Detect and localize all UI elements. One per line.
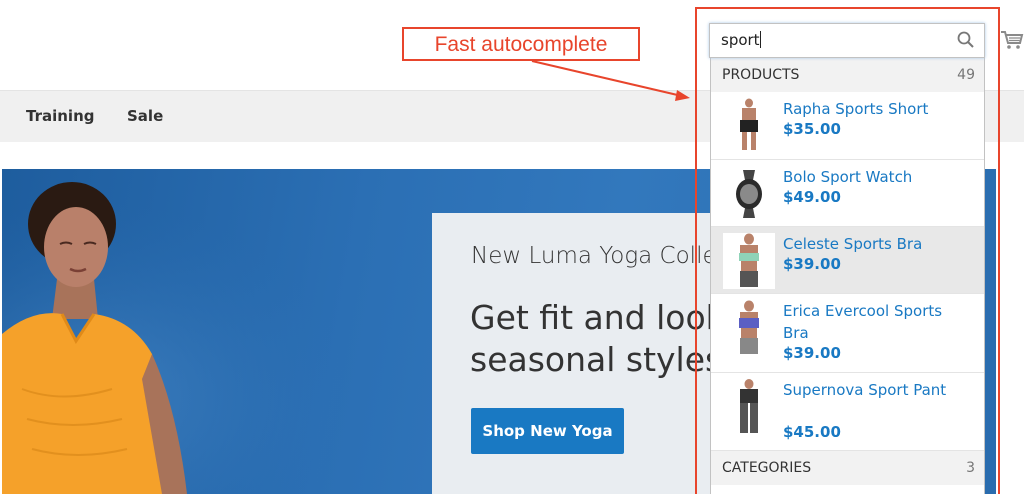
nav-item-sale[interactable]: Sale xyxy=(127,107,163,125)
annotation-callout: Fast autocomplete xyxy=(402,27,640,61)
promo-title-line-2: seasonal styles xyxy=(470,340,723,379)
promo-title: Get fit and look fab in new seasonal sty… xyxy=(470,297,732,381)
promo-subtitle: New Luma Yoga Collection xyxy=(471,243,732,269)
promo-panel: New Luma Yoga Collection Get fit and loo… xyxy=(432,213,732,494)
nav-item-training[interactable]: Training xyxy=(26,107,94,125)
annotation-highlight-frame xyxy=(695,7,1000,494)
annotation-label: Fast autocomplete xyxy=(434,33,608,56)
page: Training Sale New Luma Yoga Colle Get fi… xyxy=(0,0,1024,494)
hero-model-image xyxy=(2,169,442,494)
shopping-cart-icon[interactable] xyxy=(1000,28,1024,56)
shop-new-yoga-button[interactable]: Shop New Yoga xyxy=(471,408,624,454)
promo-title-line-1: Get fit and look fab in new xyxy=(470,298,732,337)
